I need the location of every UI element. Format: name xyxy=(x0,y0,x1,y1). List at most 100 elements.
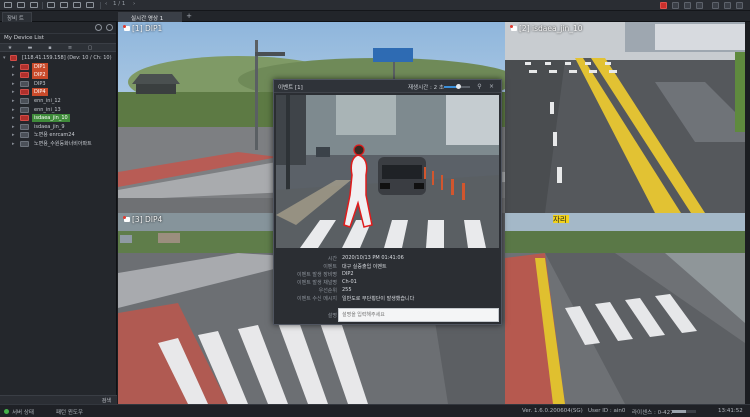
refresh-icon[interactable] xyxy=(95,24,103,31)
clock-text: 13:41:52 xyxy=(718,408,743,414)
user-icon[interactable] xyxy=(684,2,691,9)
action-label: 설명 xyxy=(327,313,337,319)
expand-icon[interactable]: ▸ xyxy=(12,64,15,70)
device-label: enn_ini_13 xyxy=(34,106,61,113)
device-label: DIP3 xyxy=(34,80,46,87)
device-tree-item[interactable]: ▸ enn_ini_13 xyxy=(0,106,116,115)
event-info-row: 우선순위 255 xyxy=(274,286,501,294)
alarm-icon[interactable] xyxy=(660,2,667,9)
device-tree-item[interactable]: ▸ 노면용_수원등화너비아파트 xyxy=(0,140,116,149)
device-tree-item[interactable]: ▸ 노면용 enrcam24 xyxy=(0,131,116,140)
maximize-icon[interactable] xyxy=(724,2,731,9)
playback-icon[interactable] xyxy=(60,2,68,8)
favorite-icon[interactable]: ★ xyxy=(4,45,16,51)
list-icon[interactable]: ≡ xyxy=(64,45,76,51)
layout-label[interactable]: 패턴 윈도우 xyxy=(56,408,83,416)
expand-icon[interactable]: ▸ xyxy=(12,124,15,130)
event-info-value: 일반도로 무단횡단이 발생했습니다 xyxy=(342,296,415,302)
playtime-slider[interactable] xyxy=(444,84,470,89)
collapse-icon[interactable] xyxy=(106,24,113,31)
camera-tile-4[interactable]: 자리 xyxy=(505,213,745,404)
top-toolbar: ‹ 1 / 1 › xyxy=(0,0,750,11)
camera-icon xyxy=(20,140,29,147)
pin-icon[interactable]: ⚲ xyxy=(476,83,483,90)
bookmark-icon[interactable] xyxy=(672,2,679,9)
folder-icon[interactable]: ▬ xyxy=(24,45,36,51)
split-view-icon[interactable] xyxy=(17,2,25,8)
event-clip-video[interactable] xyxy=(276,95,499,248)
cpu-usage-bar xyxy=(672,410,696,413)
event-action-row: 설명 xyxy=(274,306,501,324)
expand-icon[interactable]: ▸ xyxy=(12,72,15,78)
device-label: DIP2 xyxy=(32,71,48,80)
server-status-icon xyxy=(4,409,9,414)
search-button[interactable]: 검색 xyxy=(102,397,111,404)
camera-filter-icon[interactable]: ▪ xyxy=(44,45,56,51)
user-id-text: User ID : ain0 xyxy=(588,408,626,414)
prev-page-icon[interactable]: ‹ xyxy=(105,1,107,7)
vms-window: ‹ 1 / 1 › 장비 트리 실시간 영상 1 + My Device Lis… xyxy=(0,0,750,417)
expand-icon[interactable]: ▾ xyxy=(3,55,6,61)
info-icon[interactable] xyxy=(696,2,703,9)
event-dialog-header: 이벤트 [1] 재생시간 : 2 초 ⚲ × xyxy=(274,80,501,93)
camera-icon xyxy=(20,115,29,122)
tab-device-tree[interactable]: 장비 트리 xyxy=(2,12,32,30)
minimize-icon[interactable] xyxy=(712,2,719,9)
expand-icon[interactable]: ▸ xyxy=(12,107,15,113)
cpu-usage-fill xyxy=(672,410,687,413)
event-info-key: 시간 xyxy=(327,256,337,262)
event-info-value: DIP2 xyxy=(342,271,354,277)
device-tree-item[interactable]: ▸ isdaea_jin_10 xyxy=(0,114,116,123)
event-dialog-title: 이벤트 [1] xyxy=(278,85,303,91)
grid-icon[interactable] xyxy=(30,2,38,8)
device-panel-header xyxy=(0,22,116,34)
expand-icon[interactable]: ▸ xyxy=(12,132,15,138)
tab-live-view[interactable]: 실시간 영상 1 xyxy=(118,12,182,22)
expand-icon[interactable]: ▸ xyxy=(12,141,15,147)
device-label: enn_ini_12 xyxy=(34,97,61,104)
device-tree-item[interactable]: ▸ isdaea_jin_9 xyxy=(0,123,116,132)
expand-icon[interactable]: ▸ xyxy=(12,89,15,95)
event-info-key: 이벤트 발생 장비명 xyxy=(297,272,337,278)
device-tree-item[interactable]: ▸ DIP2 xyxy=(0,71,116,80)
camera-icon xyxy=(20,97,29,104)
action-input[interactable] xyxy=(338,308,499,322)
event-info-value: 대구 실증출입 이벤트 xyxy=(342,264,387,270)
device-list-title: My Device List xyxy=(4,35,44,41)
event-info-key: 이벤트 수신 메시지 xyxy=(297,296,337,302)
device-tree-item[interactable]: ▸ DIP3 xyxy=(0,80,116,89)
server-icon xyxy=(10,55,17,61)
playtime-label-text: 재생시간 : xyxy=(408,85,432,91)
camera-tile-2[interactable]: [2] isdaea_jin_10 xyxy=(505,22,745,213)
map-icon[interactable]: ▢ xyxy=(84,45,96,51)
camera-icon xyxy=(20,63,29,70)
next-page-icon[interactable]: › xyxy=(133,1,135,7)
event-dialog: 이벤트 [1] 재생시간 : 2 초 ⚲ × 시간 2020/10/13 PM … xyxy=(273,79,502,325)
export-icon[interactable] xyxy=(73,2,81,8)
camera-3-title: [3] DIP4 xyxy=(132,215,163,224)
device-tree-item[interactable]: ▸ DIP1 xyxy=(0,62,116,72)
settings-icon[interactable] xyxy=(86,2,94,8)
camera-2-video xyxy=(505,22,745,213)
dialog-close-icon[interactable]: × xyxy=(488,83,495,90)
event-info-value: 2020/10/13 PM 01:41:06 xyxy=(342,255,404,261)
camera-icon xyxy=(20,106,29,113)
expand-icon[interactable]: ▸ xyxy=(12,98,15,104)
expand-icon[interactable]: ▸ xyxy=(12,81,15,87)
monitor-icon[interactable] xyxy=(47,2,55,8)
expand-icon[interactable]: ▸ xyxy=(12,115,15,121)
add-tab-icon[interactable]: + xyxy=(184,12,194,21)
device-tree-item[interactable]: ▸ DIP4 xyxy=(0,88,116,97)
slider-handle[interactable] xyxy=(455,84,461,89)
license-text: 라이센스 : 0-427 xyxy=(632,410,674,416)
device-label: isdaea_jin_9 xyxy=(34,123,65,130)
camera-icon xyxy=(20,80,29,87)
device-label: 노면용_수원등화너비아파트 xyxy=(34,140,92,147)
tree-root-node[interactable]: ▾ [118.41.159.158] (Dev: 10 / Ch: 10) xyxy=(0,54,116,63)
device-tree-item[interactable]: ▸ enn_ini_12 xyxy=(0,97,116,106)
camera-icon xyxy=(20,89,29,96)
layout-icon[interactable] xyxy=(4,2,12,8)
close-icon[interactable] xyxy=(736,2,743,9)
event-clip-frame xyxy=(276,95,499,248)
event-info-row: 이벤트 발생 채널명 Ch-01 xyxy=(274,278,501,286)
